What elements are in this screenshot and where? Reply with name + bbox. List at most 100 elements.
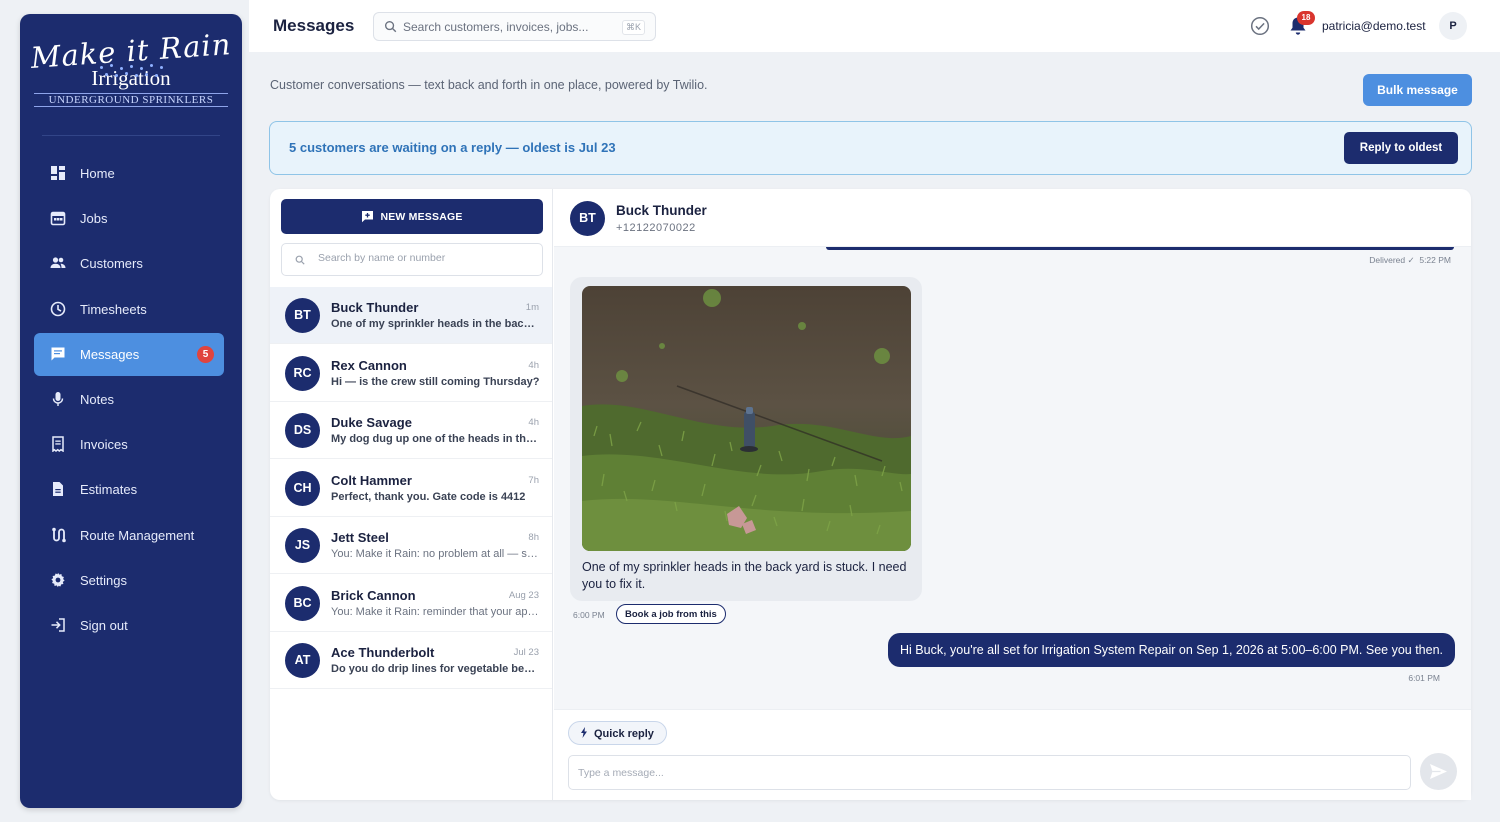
calendar-icon — [50, 211, 66, 226]
sidebar-item-timesheets[interactable]: Timesheets — [34, 288, 224, 331]
conversation-item[interactable]: BT Buck Thunder 1m One of my sprinkler h… — [270, 287, 552, 344]
sidebar-item-estimates[interactable]: Estimates — [34, 468, 224, 511]
conversation-search-input[interactable] — [318, 252, 528, 264]
document-icon — [53, 482, 63, 497]
sidebar-item-label: Estimates — [80, 482, 138, 498]
message-input[interactable] — [568, 755, 1411, 790]
sidebar-item-customers[interactable]: Customers — [34, 242, 224, 285]
clock-icon — [50, 301, 66, 316]
sidebar-item-invoices[interactable]: Invoices — [34, 423, 224, 466]
contact-name: Buck Thunder — [331, 300, 419, 315]
search-placeholder: Search customers, invoices, jobs... — [403, 20, 589, 34]
contact-name: Jett Steel — [331, 530, 389, 545]
message-preview: Do you do drip lines for vegetable beds? — [331, 663, 540, 675]
conversation-item[interactable]: RC Rex Cannon 4h Hi — is the crew still … — [270, 345, 552, 402]
user-avatar[interactable]: P — [1439, 12, 1467, 40]
contact-name: Rex Cannon — [331, 358, 407, 373]
contact-avatar: CH — [285, 471, 320, 506]
sidebar-item-label: Notes — [80, 391, 114, 407]
conversation-item[interactable]: AT Ace Thunderbolt Jul 23 Do you do drip… — [270, 632, 552, 689]
new-message-label: NEW MESSAGE — [380, 211, 463, 223]
global-search-input[interactable]: Search customers, invoices, jobs... ⌘K — [373, 12, 656, 41]
waiting-reply-banner: 5 customers are waiting on a reply — old… — [269, 121, 1472, 175]
previous-outgoing-bubble — [826, 247, 1454, 250]
new-message-button[interactable]: NEW MESSAGE — [281, 199, 543, 234]
check-circle-icon[interactable] — [1250, 16, 1270, 36]
banner-text: 5 customers are waiting on a reply — old… — [289, 140, 616, 155]
send-icon — [1430, 764, 1447, 779]
page-title: Messages — [273, 16, 355, 35]
conversation-item[interactable]: DS Duke Savage 4h My dog dug up one of t… — [270, 402, 552, 459]
outgoing-message-time: 6:01 PM — [1408, 673, 1440, 683]
user-email[interactable]: patricia@demo.test — [1322, 19, 1426, 33]
messages-panel: NEW MESSAGE BT Buck Thunder 1m One of my… — [270, 189, 1471, 800]
dashboard-icon — [51, 166, 65, 180]
contact-name: Duke Savage — [331, 415, 412, 430]
message-history[interactable]: Delivered ✓ 5:22 PM One of my sprinkler … — [554, 247, 1471, 709]
contact-avatar: AT — [285, 643, 320, 678]
sidebar-divider — [42, 135, 220, 136]
notification-count-badge: 18 — [1297, 11, 1315, 25]
search-icon — [295, 255, 305, 265]
sidebar-item-messages[interactable]: Messages 5 — [34, 332, 224, 376]
message-preview: Hi — is the crew still coming Thursday? — [331, 376, 540, 388]
sidebar-item-sign-out[interactable]: Sign out — [34, 604, 224, 647]
route-icon — [52, 527, 66, 542]
search-icon — [384, 20, 397, 33]
contact-name: Colt Hammer — [331, 473, 412, 488]
message-time: 4h — [528, 360, 539, 371]
sidebar-item-label: Sign out — [80, 617, 128, 633]
contact-avatar: RC — [285, 356, 320, 391]
microphone-icon — [52, 391, 64, 406]
message-preview: One of my sprinkler heads in the back ya… — [331, 318, 540, 330]
sidebar-item-settings[interactable]: Settings — [34, 559, 224, 602]
page-subtitle: Customer conversations — text back and f… — [270, 78, 708, 92]
logo-text-underground: UNDERGROUND SPRINKLERS — [34, 93, 228, 107]
contact-name: Brick Cannon — [331, 588, 416, 603]
delivered-label: Delivered ✓ — [1369, 255, 1415, 265]
sidebar-item-home[interactable]: Home — [34, 152, 224, 195]
compose-message-icon — [362, 211, 374, 223]
sidebar-item-jobs[interactable]: Jobs — [34, 197, 224, 240]
message-time: 4h — [528, 417, 539, 428]
chat-header: BT Buck Thunder +12122070022 — [554, 189, 1471, 247]
chat-contact-phone: +12122070022 — [616, 222, 696, 234]
delivery-status: Delivered ✓ 5:22 PM — [1369, 255, 1451, 266]
logo-raindrops — [96, 64, 176, 88]
message-time: 1m — [525, 302, 539, 313]
sidebar-item-label: Route Management — [80, 527, 195, 543]
message-preview: You: Make it Rain: no problem at all — s… — [331, 548, 540, 560]
message-composer: Quick reply — [554, 709, 1471, 800]
sidebar-item-label: Jobs — [80, 211, 108, 227]
contact-avatar: DS — [285, 413, 320, 448]
conversation-list: NEW MESSAGE BT Buck Thunder 1m One of my… — [270, 189, 553, 800]
sidebar-item-label: Home — [80, 166, 115, 181]
chat-contact-name: Buck Thunder — [616, 203, 707, 218]
gear-icon — [51, 572, 65, 587]
conversation-item[interactable]: JS Jett Steel 8h You: Make it Rain: no p… — [270, 517, 552, 574]
conversation-item[interactable]: CH Colt Hammer 7h Perfect, thank you. Ga… — [270, 460, 552, 517]
lightning-icon — [581, 726, 587, 738]
message-time: Jul 23 — [513, 647, 539, 658]
message-time: 8h — [528, 532, 539, 543]
message-preview: My dog dug up one of the heads in the fr… — [331, 433, 540, 445]
sidebar-item-route-management[interactable]: Route Management — [34, 514, 224, 557]
attached-photo[interactable] — [582, 286, 911, 551]
bulk-message-button[interactable]: Bulk message — [1363, 74, 1472, 106]
sidebar-nav: Home Jobs Customers Timesheets Messages … — [34, 152, 224, 649]
book-job-button[interactable]: Book a job from this — [616, 604, 726, 624]
conversation-item[interactable]: BC Brick Cannon Aug 23 You: Make it Rain… — [270, 575, 552, 632]
chat-thread: BT Buck Thunder +12122070022 Delivered ✓… — [554, 189, 1471, 800]
quick-reply-button[interactable]: Quick reply — [568, 721, 667, 745]
contact-avatar: JS — [285, 528, 320, 563]
send-button[interactable] — [1420, 753, 1457, 790]
sidebar-item-label: Invoices — [80, 437, 128, 453]
sidebar-item-notes[interactable]: Notes — [34, 378, 224, 421]
reply-to-oldest-button[interactable]: Reply to oldest — [1344, 132, 1458, 164]
message-preview: You: Make it Rain: reminder that your ap… — [331, 606, 540, 618]
contact-avatar: BT — [570, 201, 605, 236]
message-time: 7h — [528, 475, 539, 486]
sidebar-item-label: Timesheets — [80, 301, 147, 317]
message-preview: Perfect, thank you. Gate code is 4412 — [331, 491, 526, 503]
company-logo[interactable]: Make it Rain Irrigation UNDERGROUND SPRI… — [20, 27, 242, 130]
